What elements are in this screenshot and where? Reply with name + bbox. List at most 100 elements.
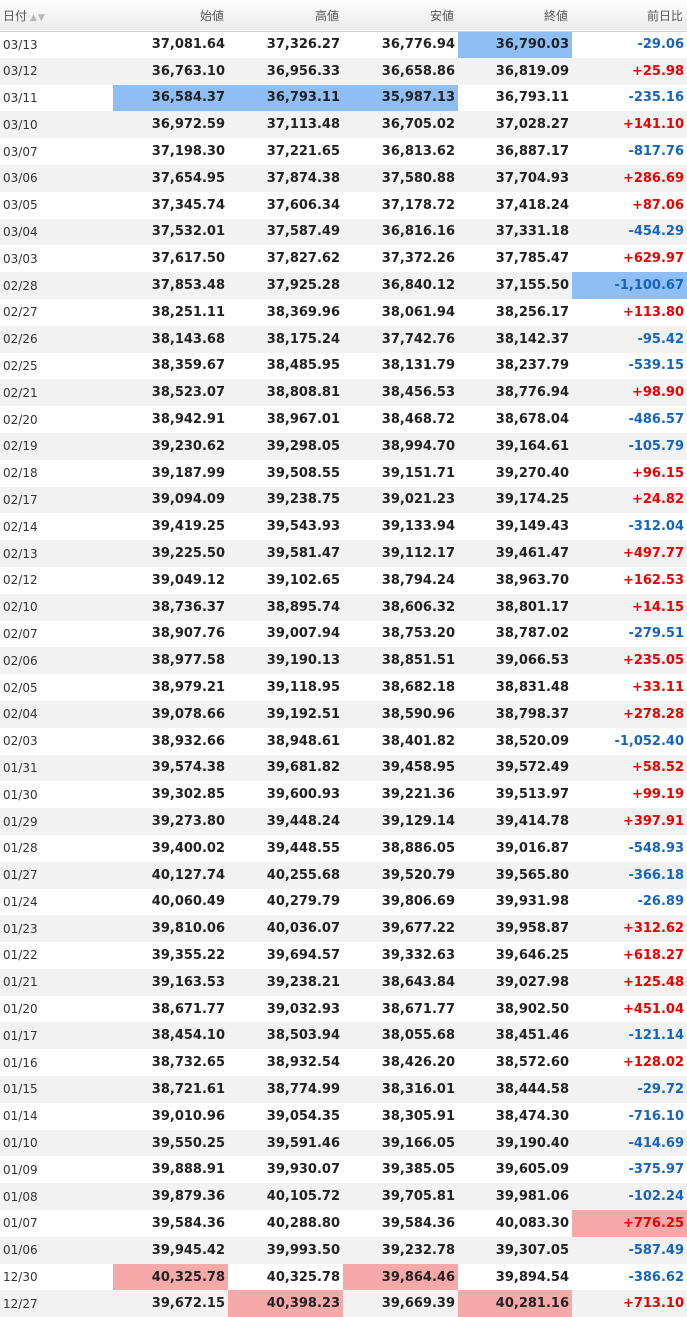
change-cell: -414.69 [628, 1135, 684, 1151]
close-cell: 39,270.40 [495, 465, 569, 481]
column-header-close[interactable]: 終値 [458, 0, 572, 31]
date-cell: 01/27 [3, 868, 38, 883]
change-cell: +58.52 [631, 760, 684, 776]
high-cell: 37,113.48 [266, 117, 340, 133]
open-cell: 40,325.78 [113, 1263, 228, 1291]
table-row: 01/09 39,888.91 39,930.07 39,385.05 39,605.0… [0, 1156, 687, 1183]
close-cell: 39,190.40 [495, 1135, 569, 1151]
date-cell: 03/07 [3, 144, 38, 159]
change-cell: +33.11 [631, 680, 684, 696]
date-cell: 02/06 [3, 653, 38, 668]
close-cell: 39,149.43 [495, 519, 569, 535]
close-cell: 39,565.80 [495, 867, 569, 883]
open-cell: 38,979.21 [151, 680, 225, 696]
column-header-open[interactable]: 始値 [113, 0, 228, 31]
low-cell: 38,316.01 [381, 1081, 455, 1097]
close-cell: 39,174.25 [495, 492, 569, 508]
high-cell: 39,581.47 [266, 546, 340, 562]
open-cell: 39,225.50 [151, 546, 225, 562]
date-cell: 01/09 [3, 1162, 38, 1177]
table-row: 01/06 39,945.42 39,993.50 39,232.78 39,307.0… [0, 1236, 687, 1264]
table-row: 02/25 38,359.67 38,485.95 38,131.79 38,237.7… [0, 353, 687, 380]
column-header-change[interactable]: 前日比 [572, 0, 687, 31]
high-cell: 37,221.65 [266, 144, 340, 160]
high-cell: 39,448.55 [266, 840, 340, 856]
low-cell: 39,021.23 [381, 492, 455, 508]
table-row: 02/14 39,419.25 39,543.93 39,133.94 39,149.4… [0, 513, 687, 540]
close-cell: 39,931.98 [495, 894, 569, 910]
low-cell: 39,520.79 [381, 867, 455, 883]
open-cell: 39,550.25 [151, 1135, 225, 1151]
low-cell: 39,332.63 [381, 947, 455, 963]
high-cell: 39,054.35 [266, 1108, 340, 1124]
high-cell: 38,948.61 [266, 733, 340, 749]
date-cell: 01/17 [3, 1028, 38, 1043]
date-cell: 03/05 [3, 198, 38, 213]
high-cell: 40,105.72 [266, 1189, 340, 1205]
date-cell: 01/23 [3, 921, 38, 936]
date-cell: 02/28 [3, 278, 38, 293]
open-cell: 37,345.74 [151, 197, 225, 213]
open-cell: 38,977.58 [151, 653, 225, 669]
open-cell: 38,907.76 [151, 626, 225, 642]
high-cell: 39,238.75 [266, 492, 340, 508]
table-body: 03/13 37,081.64 37,326.27 36,776.94 36,790.0… [0, 31, 687, 1317]
open-cell: 39,945.42 [151, 1242, 225, 1258]
low-cell: 38,994.70 [381, 438, 455, 454]
open-cell: 39,094.09 [151, 492, 225, 508]
close-cell: 38,520.09 [495, 733, 569, 749]
table-row: 02/07 38,907.76 39,007.94 38,753.20 38,787.0… [0, 621, 687, 648]
close-cell: 39,958.87 [495, 921, 569, 937]
close-cell: 38,831.48 [495, 680, 569, 696]
close-cell: 38,787.02 [495, 626, 569, 642]
open-cell: 36,972.59 [151, 117, 225, 133]
high-cell: 39,238.21 [266, 974, 340, 990]
column-header-high[interactable]: 高値 [228, 0, 343, 31]
date-cell: 02/14 [3, 519, 38, 534]
low-cell: 38,606.32 [381, 599, 455, 615]
low-cell: 38,794.24 [381, 572, 455, 588]
open-cell: 39,302.85 [151, 787, 225, 803]
sort-arrows-icon[interactable]: ▲▼ [30, 13, 46, 23]
high-cell: 38,175.24 [266, 331, 340, 347]
table-row: 02/26 38,143.68 38,175.24 37,742.76 38,142.3… [0, 325, 687, 353]
table-row: 01/08 39,879.36 40,105.72 39,705.81 39,981.0… [0, 1183, 687, 1211]
change-cell: +162.53 [622, 572, 684, 588]
date-cell: 02/21 [3, 385, 38, 400]
low-cell: 39,232.78 [381, 1242, 455, 1258]
table-row: 03/11 36,584.37 36,793.11 35,987.13 36,793.1… [0, 84, 687, 112]
open-cell: 37,532.01 [151, 224, 225, 240]
high-cell: 38,369.96 [266, 304, 340, 320]
close-cell: 37,028.27 [495, 117, 569, 133]
change-cell: -312.04 [628, 519, 684, 535]
low-cell: 38,401.82 [381, 733, 455, 749]
open-cell: 38,721.61 [151, 1081, 225, 1097]
close-cell: 38,256.17 [495, 304, 569, 320]
high-cell: 37,326.27 [266, 37, 340, 53]
high-cell: 40,398.23 [228, 1290, 343, 1317]
change-cell: -716.10 [628, 1108, 684, 1124]
close-cell: 38,801.17 [495, 599, 569, 615]
open-cell: 38,143.68 [151, 331, 225, 347]
high-cell: 39,600.93 [266, 787, 340, 803]
low-cell: 38,886.05 [381, 840, 455, 856]
high-cell: 40,288.80 [266, 1215, 340, 1231]
date-cell: 03/03 [3, 251, 38, 266]
change-cell: +618.27 [622, 947, 684, 963]
low-cell: 39,129.14 [381, 814, 455, 829]
date-cell: 01/14 [3, 1109, 38, 1124]
change-cell: -29.72 [637, 1081, 684, 1097]
date-cell: 12/27 [3, 1296, 38, 1311]
open-cell: 40,127.74 [151, 867, 225, 883]
date-cell: 02/05 [3, 680, 38, 695]
column-header-date[interactable]: 日付 ▲▼ [0, 0, 113, 31]
date-cell: 02/18 [3, 466, 38, 481]
low-cell: 39,133.94 [381, 519, 455, 535]
date-cell: 01/06 [3, 1243, 38, 1258]
low-cell: 39,151.71 [381, 465, 455, 481]
column-header-low[interactable]: 安値 [343, 0, 458, 31]
high-cell: 39,694.57 [266, 947, 340, 963]
change-cell: -366.18 [628, 867, 684, 883]
high-cell: 39,190.13 [266, 653, 340, 669]
date-cell: 03/10 [3, 117, 38, 132]
